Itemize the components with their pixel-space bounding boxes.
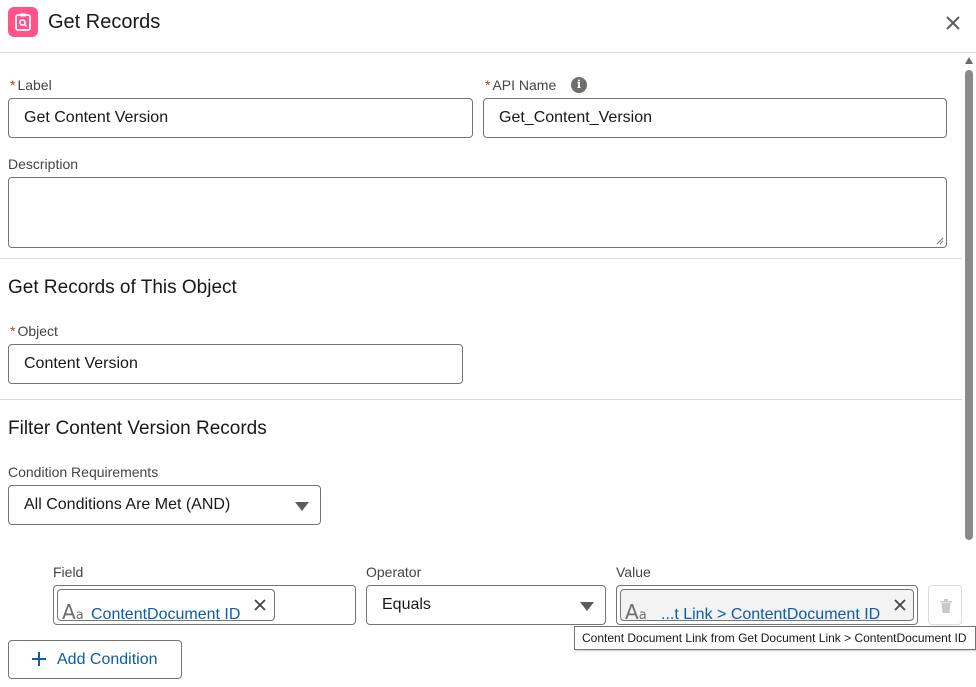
condition-requirements-label: Condition Requirements (8, 464, 159, 480)
value-pill[interactable]: Aa ...t Link > ContentDocument ID (620, 589, 914, 624)
label-input[interactable]: Get Content Version (8, 98, 473, 138)
filter-section-title: Filter Content Version Records (8, 418, 267, 439)
condition-requirements-select[interactable]: All Conditions Are Met (AND) (8, 485, 321, 525)
operator-value: Equals (382, 596, 431, 613)
api-name-input[interactable]: Get_Content_Version (483, 98, 947, 138)
description-field-label: Description (8, 156, 79, 172)
get-records-icon (8, 7, 38, 37)
operator-select[interactable]: Equals (366, 585, 606, 625)
field-input[interactable]: Aa ContentDocument ID (53, 585, 356, 625)
remove-icon[interactable] (893, 598, 907, 612)
modal-header: Get Records (0, 0, 976, 53)
vertical-scrollbar[interactable] (962, 54, 976, 687)
text-type-icon: Aa (625, 600, 647, 624)
add-condition-label: Add Condition (57, 651, 158, 668)
section-divider (0, 258, 962, 259)
trash-icon (940, 599, 952, 613)
field-pill-label: ContentDocument ID (91, 606, 241, 623)
field-pill[interactable]: Aa ContentDocument ID (57, 589, 275, 624)
resize-handle-icon[interactable] (936, 237, 944, 245)
chevron-down-icon (580, 602, 594, 611)
close-icon[interactable] (941, 11, 965, 35)
info-icon[interactable]: i (571, 77, 587, 93)
value-tooltip: Content Document Link from Get Document … (574, 626, 976, 650)
object-input[interactable]: Content Version (8, 344, 463, 384)
add-condition-button[interactable]: Add Condition (8, 640, 182, 679)
object-field-label: * Object (10, 323, 58, 339)
description-textarea[interactable] (8, 177, 947, 248)
chevron-down-icon (295, 502, 309, 511)
delete-condition-button[interactable] (928, 585, 962, 625)
condition-requirements-value: All Conditions Are Met (AND) (24, 496, 231, 513)
api-name-field-label: * API Name (485, 77, 557, 93)
scroll-up-arrow-icon[interactable] (965, 57, 973, 64)
label-field-label: * Label (10, 77, 52, 93)
field-column-label: Field (53, 564, 84, 580)
plus-icon (32, 652, 46, 666)
value-pill-label: ...t Link > ContentDocument ID (661, 606, 881, 623)
operator-column-label: Operator (366, 564, 422, 580)
modal-title: Get Records (48, 11, 161, 33)
scroll-thumb[interactable] (965, 70, 973, 540)
object-section-title: Get Records of This Object (8, 277, 237, 298)
remove-icon[interactable] (253, 598, 267, 612)
value-column-label: Value (616, 564, 651, 580)
section-divider (0, 399, 962, 400)
value-input[interactable]: Aa ...t Link > ContentDocument ID (616, 585, 918, 625)
text-type-icon: Aa (62, 600, 84, 624)
